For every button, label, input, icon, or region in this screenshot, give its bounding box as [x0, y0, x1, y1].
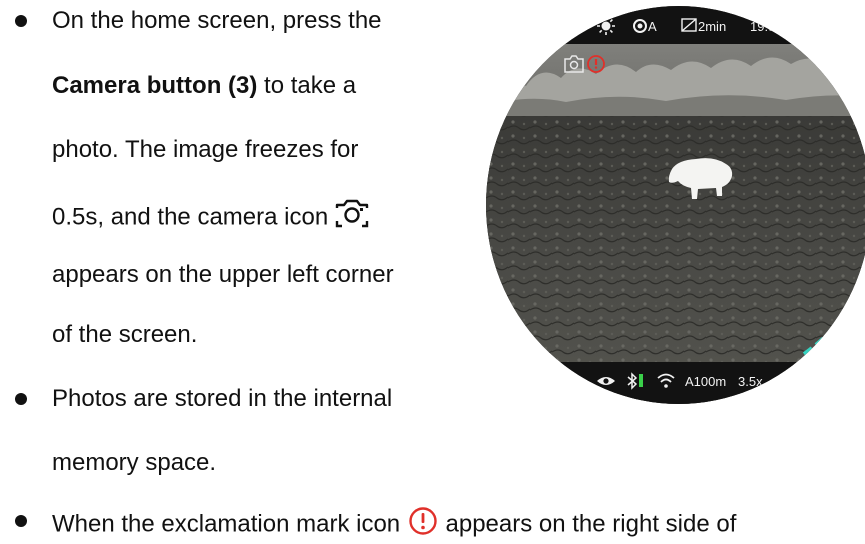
text-fragment: When the exclamation mark icon: [52, 510, 401, 538]
text-line: Camera button (3) to take a: [52, 71, 356, 101]
sun-icon: [597, 17, 615, 35]
clock-label: 19:35: [750, 19, 783, 34]
bullet-point: [15, 393, 27, 405]
bullet-point: [15, 515, 27, 527]
bottom-status-bar: [526, 362, 831, 404]
range-label: A100m: [685, 374, 726, 389]
text-line: appears on the upper left corner: [52, 261, 394, 288]
camera-icon: [335, 199, 369, 237]
text-fragment: appears on the right side of: [445, 510, 737, 538]
thermal-scope-view: A 2min 19:35 A100m 3.5x: [486, 6, 865, 404]
record-timer-label: 2min: [698, 19, 726, 34]
text-fragment: 0.5s, and the camera icon: [52, 203, 329, 231]
calibration-mode-label: A: [648, 19, 657, 34]
text-line: When the exclamation mark icon appears o…: [52, 506, 736, 544]
text-line: of the screen.: [52, 321, 198, 348]
bullet-point: [15, 15, 27, 27]
text-line: Photos are stored in the internal: [52, 385, 393, 412]
text-line: memory space.: [52, 449, 217, 476]
text-line: photo. The image freezes for: [52, 136, 359, 163]
text-line: 0.5s, and the camera icon: [52, 199, 369, 237]
top-status-bar: [526, 6, 831, 44]
text-line: On the home screen, press the: [52, 7, 382, 34]
zoom-label: 3.5x: [738, 374, 763, 389]
warning-icon: [407, 506, 439, 544]
battery-icon: [639, 374, 643, 387]
camera-button-label: Camera button (3): [52, 72, 258, 99]
text-fragment: to take a: [257, 72, 357, 99]
